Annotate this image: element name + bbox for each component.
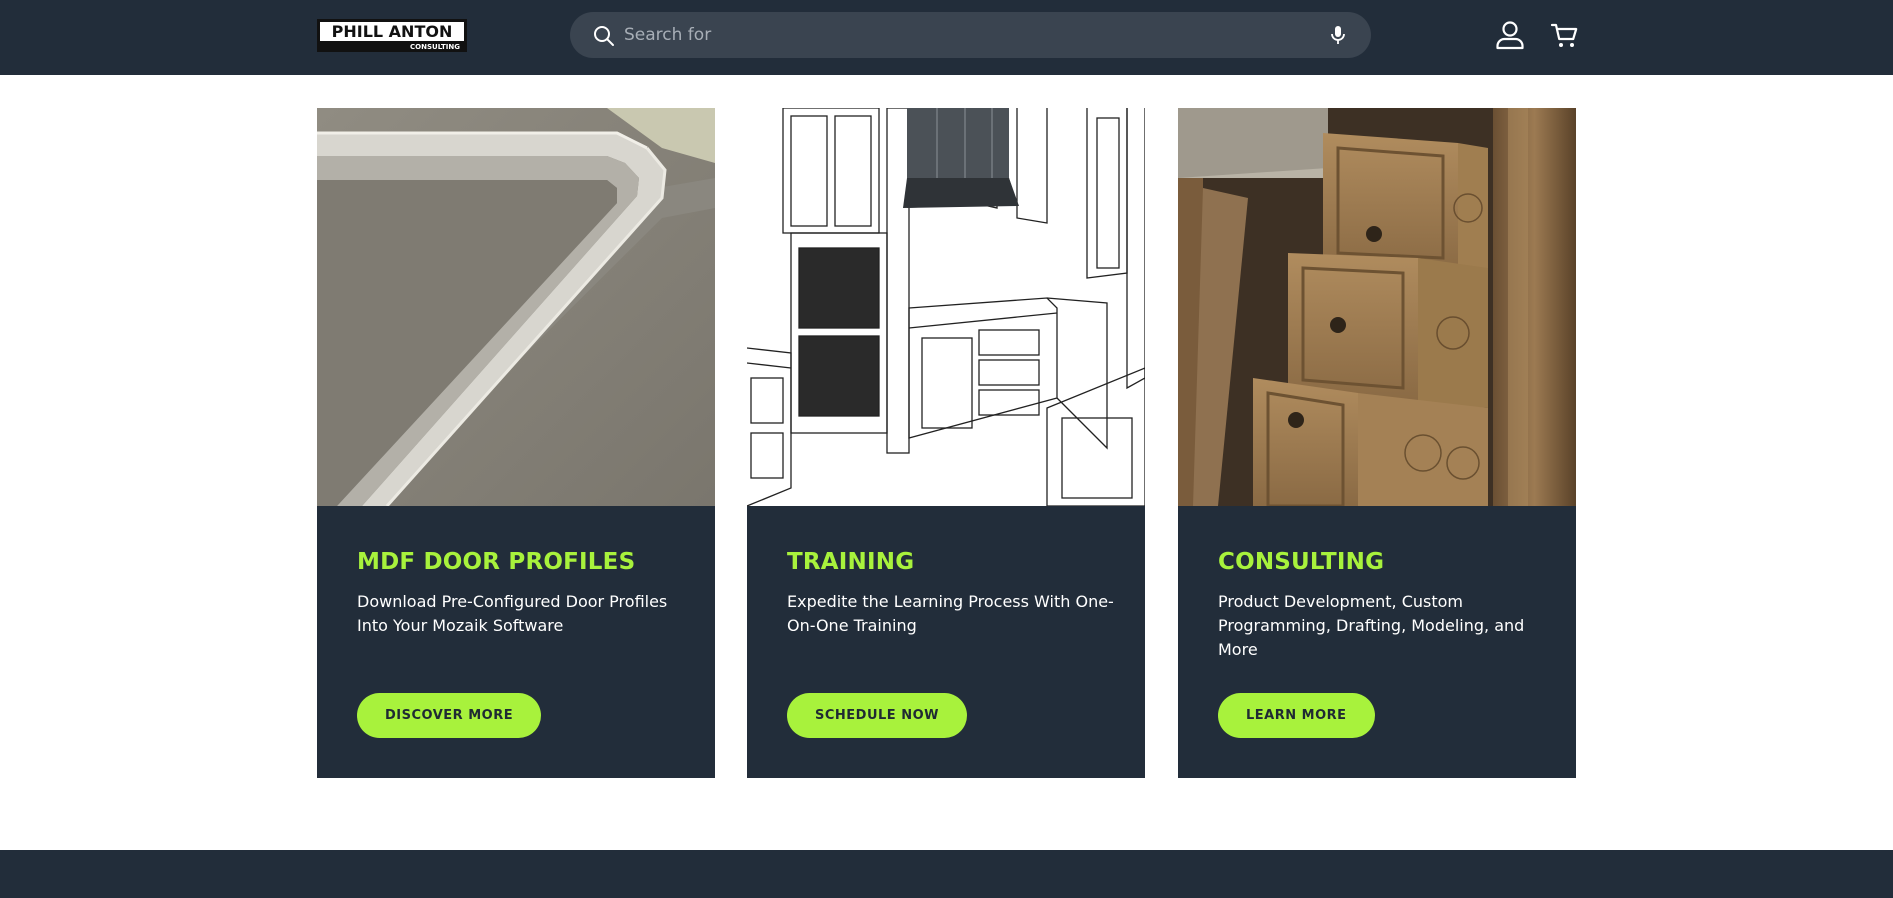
site-footer	[0, 850, 1893, 898]
card-description: Expedite the Learning Process With One-O…	[787, 592, 1114, 635]
card-consulting: CONSULTING Product Development, Custom P…	[1178, 108, 1576, 778]
card-training: TRAINING Expedite the Learning Process W…	[747, 108, 1145, 778]
card-title: CONSULTING	[1218, 549, 1385, 575]
account-icon[interactable]	[1494, 19, 1526, 51]
discover-more-button[interactable]: DISCOVER MORE	[357, 693, 542, 738]
search-input[interactable]	[624, 20, 1284, 50]
search-icon[interactable]	[592, 24, 616, 48]
mdf-door-profile-image[interactable]	[317, 108, 715, 506]
carved-drawers-image[interactable]	[1178, 108, 1576, 506]
logo-text: PHILL ANTON	[332, 22, 453, 41]
kitchen-drawing-image[interactable]	[747, 108, 1145, 506]
logo-subtext: CONSULTING	[410, 43, 460, 51]
card-mdf-door-profiles: MDF DOOR PROFILES Download Pre-Configure…	[317, 108, 715, 778]
search-bar[interactable]	[570, 12, 1371, 58]
learn-more-button[interactable]: LEARN MORE	[1218, 693, 1375, 738]
card-description: Product Development, Custom Programming,…	[1218, 592, 1525, 659]
site-header: PHILL ANTON CONSULTING	[0, 0, 1893, 75]
microphone-icon[interactable]	[1326, 23, 1350, 47]
cart-icon[interactable]	[1549, 19, 1581, 51]
logo[interactable]: PHILL ANTON CONSULTING	[317, 19, 467, 52]
card-title: TRAINING	[787, 549, 915, 575]
schedule-now-button[interactable]: SCHEDULE NOW	[787, 693, 967, 738]
card-description: Download Pre-Configured Door Profiles In…	[357, 592, 668, 635]
card-title: MDF DOOR PROFILES	[357, 549, 636, 575]
